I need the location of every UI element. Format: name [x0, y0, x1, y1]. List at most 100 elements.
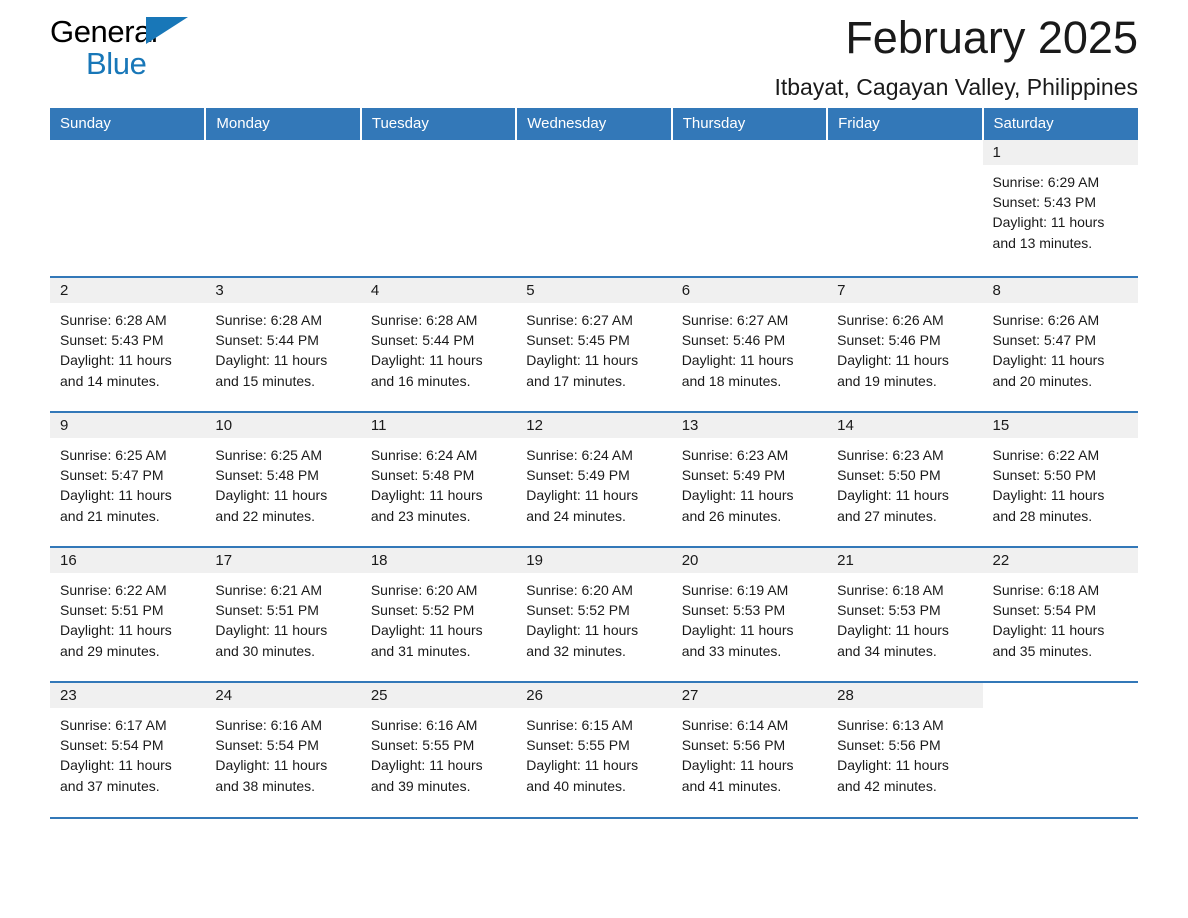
sunrise-text: Sunrise: 6:20 AM	[370, 582, 478, 598]
day-number: 8	[982, 278, 1138, 303]
day-cell: 18 Sunrise: 6:20 AM Sunset: 5:52 PM Dayl…	[360, 546, 517, 682]
calendar-header: Sunday Monday Tuesday Wednesday Thursday…	[50, 108, 1138, 140]
day-details: Sunrise: 6:19 AM Sunset: 5:53 PM Dayligh…	[672, 573, 827, 661]
daylight-text-line2: and 17 minutes.	[526, 372, 626, 389]
sunset-text: Sunset: 5:43 PM	[60, 332, 164, 349]
day-cell: 24 Sunrise: 6:16 AM Sunset: 5:54 PM Dayl…	[205, 681, 361, 817]
sunset-text: Sunset: 5:53 PM	[837, 602, 941, 619]
daylight-text-line1: Daylight: 11 hours	[370, 352, 483, 369]
sunrise-text: Sunrise: 6:19 AM	[681, 582, 789, 598]
day-details: Sunrise: 6:28 AM Sunset: 5:43 PM Dayligh…	[50, 303, 205, 391]
day-cell: 15 Sunrise: 6:22 AM Sunset: 5:50 PM Dayl…	[982, 411, 1138, 547]
sunset-text: Sunset: 5:49 PM	[526, 467, 630, 484]
day-details	[827, 165, 982, 172]
day-number: 14	[827, 413, 983, 438]
week-row: 1 Sunrise: 6:29 AM Sunset: 5:43 PM Dayli…	[50, 140, 1138, 277]
day-number	[671, 140, 828, 165]
sunrise-text: Sunrise: 6:17 AM	[60, 717, 167, 733]
sunset-text: Sunset: 5:46 PM	[681, 332, 786, 349]
sunset-text: Sunset: 5:56 PM	[681, 737, 786, 754]
sunrise-text: Sunrise: 6:20 AM	[526, 582, 633, 598]
sunrise-text: Sunrise: 6:26 AM	[837, 312, 944, 328]
day-cell: 28 Sunrise: 6:13 AM Sunset: 5:56 PM Dayl…	[827, 681, 983, 817]
logo-text-blue: Blue	[86, 46, 147, 81]
day-details	[672, 165, 827, 172]
day-cell: 25 Sunrise: 6:16 AM Sunset: 5:55 PM Dayl…	[360, 681, 517, 817]
daylight-text-line2: and 37 minutes.	[60, 777, 160, 794]
sunset-text: Sunset: 5:44 PM	[215, 332, 319, 349]
daylight-text-line2: and 16 minutes.	[370, 372, 471, 389]
day-cell: 12 Sunrise: 6:24 AM Sunset: 5:49 PM Dayl…	[516, 411, 672, 547]
day-number: 12	[516, 413, 672, 438]
day-cell: 23 Sunrise: 6:17 AM Sunset: 5:54 PM Dayl…	[50, 681, 206, 817]
day-cell	[982, 681, 1138, 817]
daylight-text-line1: Daylight: 11 hours	[992, 622, 1105, 639]
page-header: General Blue February 2025 Itbayat, Caga…	[50, 0, 1138, 108]
day-details: Sunrise: 6:24 AM Sunset: 5:48 PM Dayligh…	[361, 438, 516, 526]
sunset-text: Sunset: 5:45 PM	[526, 332, 630, 349]
daylight-text-line2: and 41 minutes.	[681, 777, 782, 794]
calendar-page: General Blue February 2025 Itbayat, Caga…	[0, 0, 1188, 918]
title-block: February 2025 Itbayat, Cagayan Valley, P…	[774, 6, 1138, 102]
daylight-text-line1: Daylight: 11 hours	[60, 757, 172, 774]
day-details: Sunrise: 6:22 AM Sunset: 5:50 PM Dayligh…	[983, 438, 1138, 526]
generalblue-logo: General Blue	[50, 6, 200, 80]
sunrise-text: Sunrise: 6:28 AM	[215, 312, 323, 328]
day-number: 18	[360, 548, 517, 573]
day-details: Sunrise: 6:20 AM Sunset: 5:52 PM Dayligh…	[516, 573, 671, 661]
sunset-text: Sunset: 5:54 PM	[992, 602, 1097, 619]
sunrise-text: Sunrise: 6:22 AM	[992, 447, 1100, 463]
daylight-text-line1: Daylight: 11 hours	[681, 622, 794, 639]
daylight-text-line1: Daylight: 11 hours	[681, 757, 794, 774]
daylight-text-line1: Daylight: 11 hours	[526, 487, 639, 504]
day-cell	[205, 140, 361, 277]
day-details: Sunrise: 6:20 AM Sunset: 5:52 PM Dayligh…	[361, 573, 516, 661]
day-cell: 2 Sunrise: 6:28 AM Sunset: 5:43 PM Dayli…	[50, 276, 206, 412]
daylight-text-line2: and 42 minutes.	[837, 777, 937, 794]
sunset-text: Sunset: 5:53 PM	[681, 602, 786, 619]
calendar-body: 1 Sunrise: 6:29 AM Sunset: 5:43 PM Dayli…	[50, 140, 1138, 817]
daylight-text-line2: and 29 minutes.	[60, 642, 160, 659]
sunrise-text: Sunrise: 6:21 AM	[215, 582, 323, 598]
daylight-text-line1: Daylight: 11 hours	[526, 757, 639, 774]
logo-triangle-icon	[146, 17, 188, 44]
sunset-text: Sunset: 5:52 PM	[526, 602, 630, 619]
sunset-text: Sunset: 5:46 PM	[837, 332, 941, 349]
day-details: Sunrise: 6:24 AM Sunset: 5:49 PM Dayligh…	[516, 438, 671, 526]
daylight-text-line1: Daylight: 11 hours	[215, 757, 328, 774]
day-cell: 14 Sunrise: 6:23 AM Sunset: 5:50 PM Dayl…	[827, 411, 983, 547]
day-cell: 3 Sunrise: 6:28 AM Sunset: 5:44 PM Dayli…	[205, 276, 361, 412]
day-number: 23	[50, 683, 206, 708]
weekday-friday: Friday	[826, 108, 983, 140]
sunset-text: Sunset: 5:54 PM	[60, 737, 164, 754]
sunrise-text: Sunrise: 6:15 AM	[526, 717, 633, 733]
daylight-text-line2: and 14 minutes.	[60, 372, 160, 389]
daylight-text-line1: Daylight: 11 hours	[60, 622, 172, 639]
day-number: 1	[982, 140, 1138, 165]
day-details: Sunrise: 6:17 AM Sunset: 5:54 PM Dayligh…	[50, 708, 205, 796]
daylight-text-line2: and 34 minutes.	[837, 642, 937, 659]
day-details: Sunrise: 6:18 AM Sunset: 5:53 PM Dayligh…	[827, 573, 982, 661]
daylight-text-line1: Daylight: 11 hours	[370, 757, 483, 774]
day-details	[983, 708, 1138, 715]
daylight-text-line1: Daylight: 11 hours	[992, 487, 1105, 504]
day-number: 10	[205, 413, 361, 438]
sunrise-text: Sunrise: 6:16 AM	[370, 717, 478, 733]
daylight-text-line2: and 35 minutes.	[992, 642, 1093, 659]
sunrise-text: Sunrise: 6:16 AM	[215, 717, 323, 733]
calendar-table: Sunday Monday Tuesday Wednesday Thursday…	[50, 108, 1138, 817]
day-details: Sunrise: 6:26 AM Sunset: 5:47 PM Dayligh…	[983, 303, 1138, 391]
weekday-tuesday: Tuesday	[359, 108, 517, 140]
day-cell: 11 Sunrise: 6:24 AM Sunset: 5:48 PM Dayl…	[360, 411, 517, 547]
day-number	[205, 140, 361, 165]
sunrise-text: Sunrise: 6:13 AM	[837, 717, 944, 733]
daylight-text-line2: and 19 minutes.	[837, 372, 937, 389]
sunset-text: Sunset: 5:43 PM	[992, 194, 1097, 211]
daylight-text-line2: and 33 minutes.	[681, 642, 782, 659]
daylight-text-line1: Daylight: 11 hours	[681, 352, 794, 369]
week-row: 9 Sunrise: 6:25 AM Sunset: 5:47 PM Dayli…	[50, 411, 1138, 547]
daylight-text-line2: and 32 minutes.	[526, 642, 626, 659]
daylight-text-line1: Daylight: 11 hours	[215, 487, 328, 504]
daylight-text-line2: and 27 minutes.	[837, 507, 937, 524]
daylight-text-line2: and 39 minutes.	[370, 777, 471, 794]
